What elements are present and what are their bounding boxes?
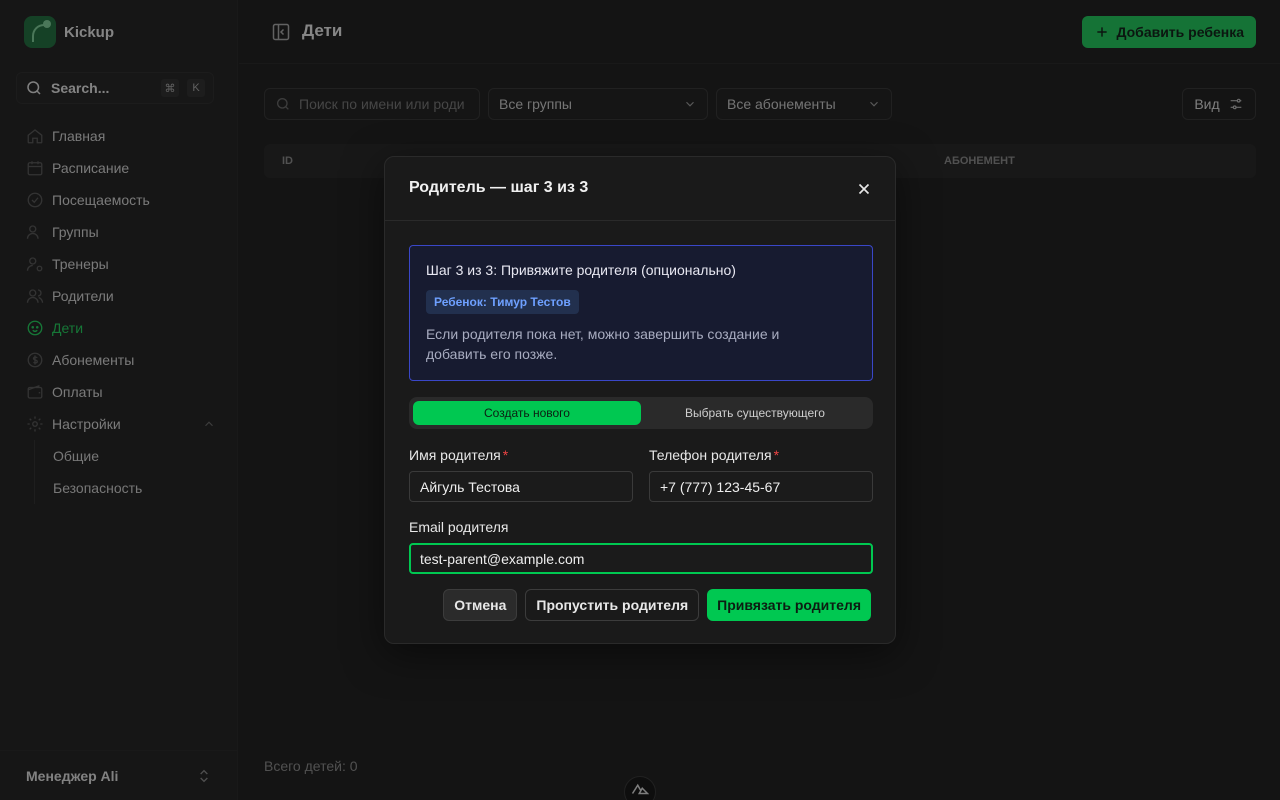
modal-header: Родитель — шаг 3 из 3 — [385, 157, 895, 221]
parent-name-field-group: Имя родителя * Айгуль Тестова — [409, 447, 633, 502]
parent-phone-label-text: Телефон родителя — [649, 447, 772, 463]
required-mark: * — [773, 447, 780, 463]
parent-phone-label: Телефон родителя * — [649, 447, 873, 465]
parent-email-field-group: Email родителя test-parent@example.com — [409, 519, 873, 574]
modal-actions: Отмена Пропустить родителя Привязать род… — [443, 589, 871, 621]
parent-phone-input[interactable]: +7 (777) 123-45-67 — [649, 471, 873, 502]
info-text: Если родителя пока нет, можно завершить … — [426, 326, 780, 362]
modal-title: Родитель — шаг 3 из 3 — [409, 179, 589, 196]
close-icon[interactable] — [855, 180, 873, 198]
info-title: Шаг 3 из 3: Привяжите родителя (опционал… — [426, 262, 736, 278]
child-chip: Ребенок: Тимур Тестов — [426, 290, 579, 314]
parent-name-label: Имя родителя * — [409, 447, 633, 465]
parent-name-input[interactable]: Айгуль Тестова — [409, 471, 633, 502]
parent-mode-toggle: Создать нового Выбрать существующего — [409, 397, 873, 429]
parent-step-dialog: Родитель — шаг 3 из 3 Шаг 3 из 3: Привяж… — [384, 156, 896, 644]
cancel-button[interactable]: Отмена — [443, 589, 518, 621]
link-parent-button[interactable]: Привязать родителя — [707, 589, 871, 621]
parent-email-label: Email родителя — [409, 519, 509, 535]
parent-phone-field-group: Телефон родителя * +7 (777) 123-45-67 — [649, 447, 873, 502]
skip-parent-button[interactable]: Пропустить родителя — [525, 589, 700, 621]
parent-name-label-text: Имя родителя — [409, 447, 501, 463]
tab-create-new[interactable]: Создать нового — [413, 401, 641, 425]
tab-select-existing[interactable]: Выбрать существующего — [641, 401, 869, 425]
parent-email-input[interactable]: test-parent@example.com — [409, 543, 873, 574]
step-info-box: Шаг 3 из 3: Привяжите родителя (опционал… — [409, 245, 873, 381]
required-mark: * — [502, 447, 509, 463]
